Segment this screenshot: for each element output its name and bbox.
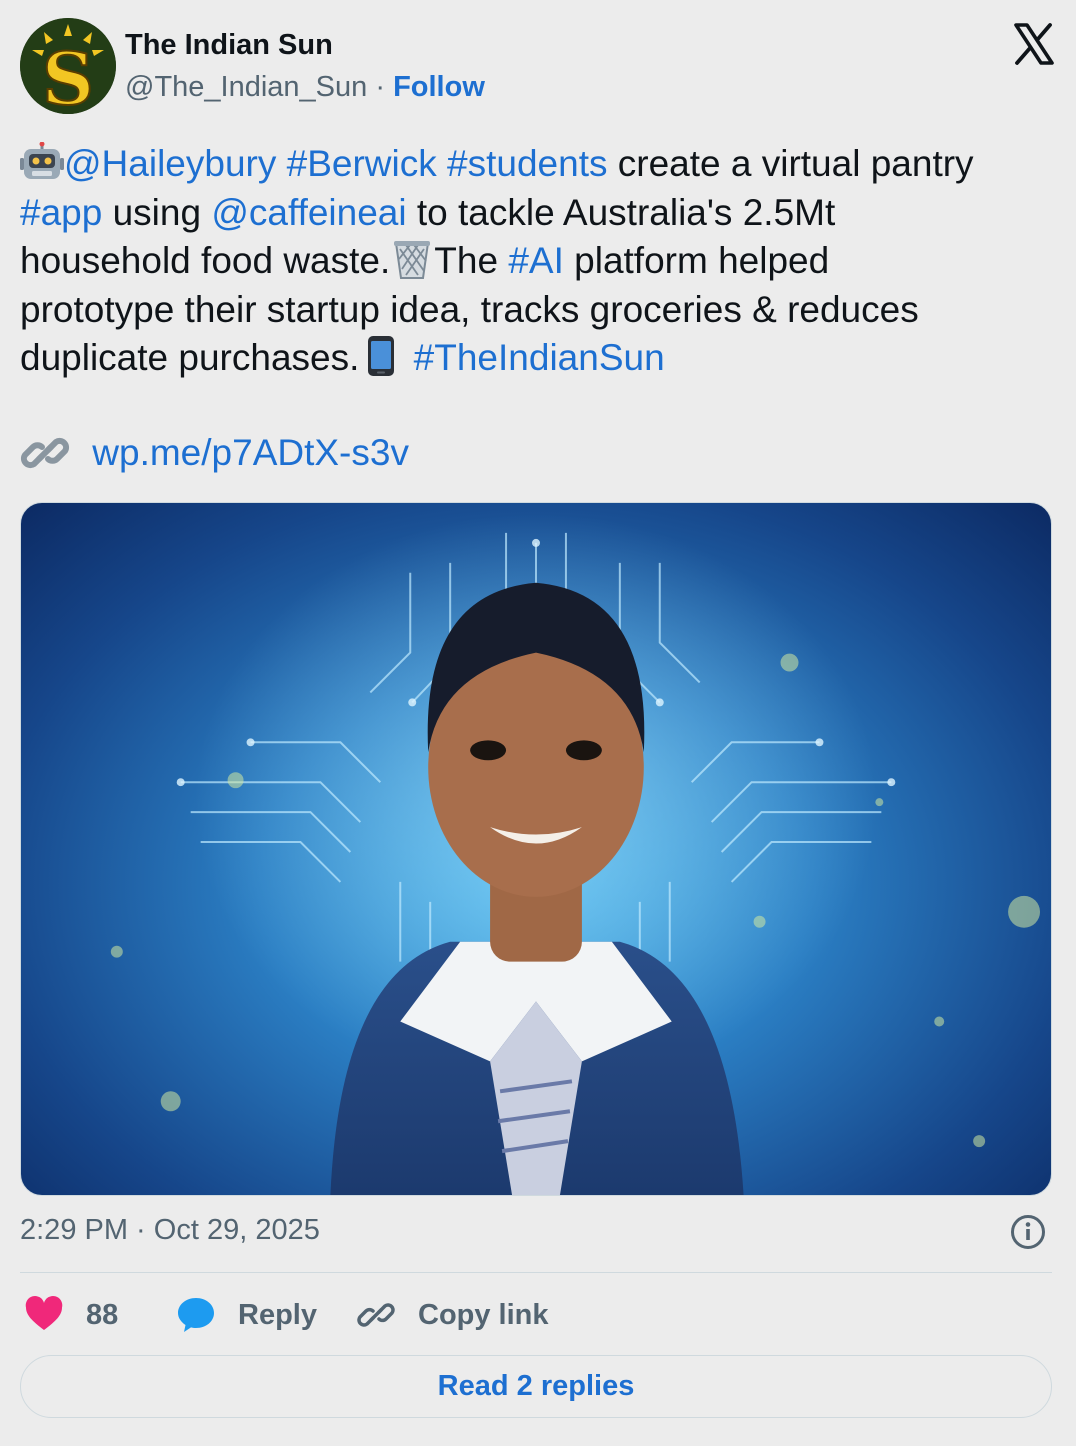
speech-bubble-icon xyxy=(178,1298,214,1332)
x-logo-icon[interactable] xyxy=(1012,22,1056,66)
tweet-header: S The Indian Sun @The_Indian_Sun · Follo… xyxy=(20,18,1056,118)
robot-emoji-icon xyxy=(20,142,64,182)
mention-link[interactable]: @caffeineai xyxy=(211,192,406,233)
wastebasket-emoji-icon xyxy=(390,239,434,279)
student-photo-image xyxy=(110,512,1041,1195)
hashtag-link[interactable]: #app xyxy=(20,192,102,233)
mention-link[interactable]: @Haileybury xyxy=(64,143,276,184)
tweet-media-image[interactable] xyxy=(20,502,1052,1196)
divider xyxy=(20,1272,1052,1273)
follow-button[interactable]: Follow xyxy=(393,71,485,103)
tweet-url-line: wp.me/p7ADtX-s3v xyxy=(20,428,409,478)
hashtag-link[interactable]: #students xyxy=(447,143,607,184)
heart-icon xyxy=(25,1295,63,1330)
tweet-url-link[interactable]: wp.me/p7ADtX-s3v xyxy=(92,432,409,473)
author-handle-line: @The_Indian_Sun · Follow xyxy=(125,71,485,104)
hashtag-link[interactable]: #Berwick xyxy=(287,143,437,184)
copy-link-button[interactable]: Copy link xyxy=(356,1292,549,1338)
author-name[interactable]: The Indian Sun xyxy=(125,29,333,62)
copy-link-icon xyxy=(357,1303,395,1327)
avatar-letter: S xyxy=(42,36,94,114)
tweet-text-segment xyxy=(403,337,413,378)
tweet-text-segment xyxy=(276,143,286,184)
author-handle[interactable]: @The_Indian_Sun xyxy=(125,71,367,103)
link-chain-icon xyxy=(20,437,70,469)
copy-link-label: Copy link xyxy=(418,1298,549,1331)
tweet-text-segment: create a virtual pantry xyxy=(617,143,974,184)
handle-separator: · xyxy=(367,71,394,103)
hashtag-link[interactable]: #TheIndianSun xyxy=(414,337,665,378)
like-button[interactable]: 88 xyxy=(24,1292,118,1338)
hashtag-link[interactable]: #AI xyxy=(508,240,564,281)
tweet-text-segment: The xyxy=(434,240,509,281)
tweet-text: @Haileybury #Berwick #students create a … xyxy=(20,140,1060,383)
tweet-text-segment xyxy=(437,143,447,184)
like-count: 88 xyxy=(86,1298,119,1331)
tweet-actions: 88 Reply Copy link xyxy=(20,1292,1050,1338)
read-replies-button[interactable]: Read 2 replies xyxy=(20,1355,1052,1418)
mobile-phone-emoji-icon xyxy=(359,336,403,376)
tweet-timestamp[interactable]: 2:29 PM · Oct 29, 2025 xyxy=(20,1214,320,1247)
author-avatar[interactable]: S xyxy=(20,18,116,114)
tweet-text-segment: using xyxy=(102,191,212,233)
reply-label: Reply xyxy=(238,1298,317,1331)
sun-logo-icon: S xyxy=(20,18,116,114)
info-icon[interactable] xyxy=(1010,1214,1046,1250)
reply-button[interactable]: Reply xyxy=(176,1292,317,1338)
